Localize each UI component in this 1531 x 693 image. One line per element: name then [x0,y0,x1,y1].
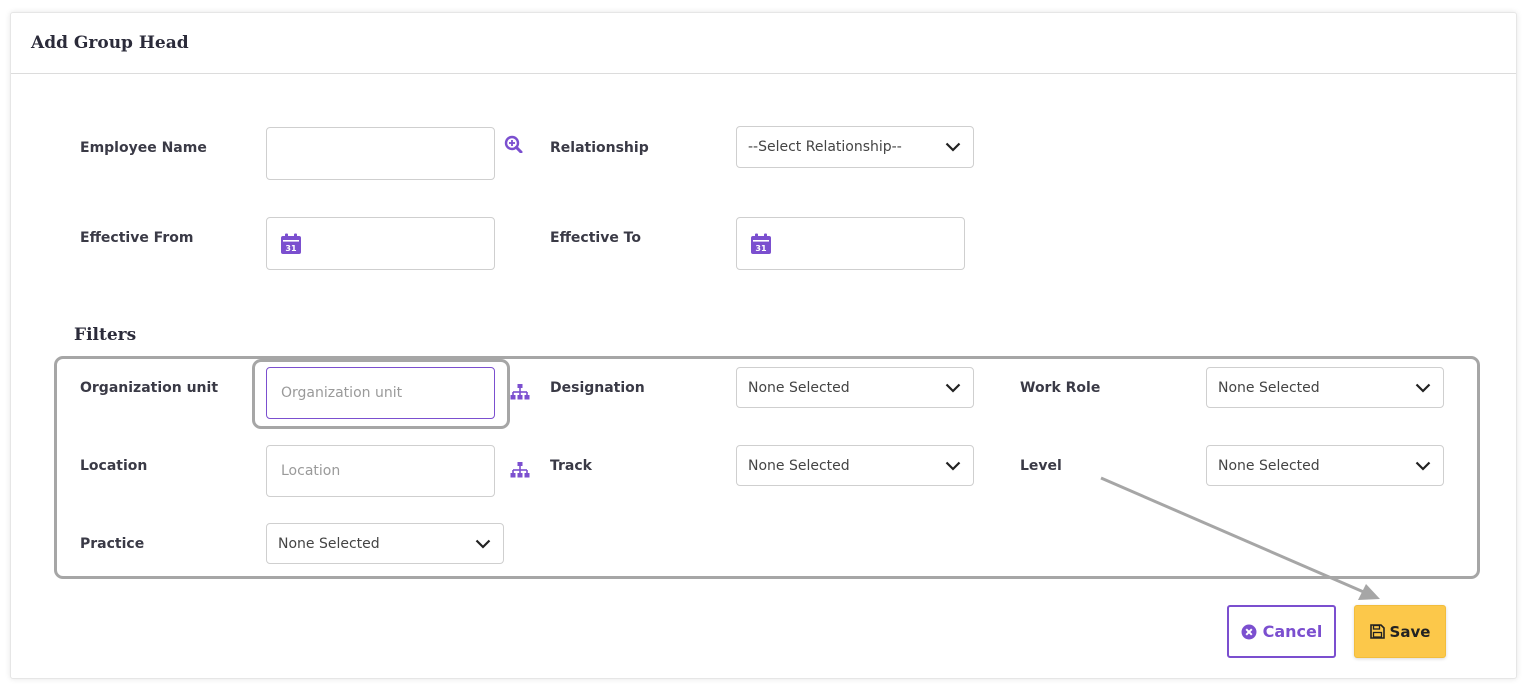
organization-unit-input[interactable] [266,367,495,419]
effective-from-label: Effective From [80,230,194,246]
practice-select[interactable]: None Selected [266,523,504,564]
floppy-disk-icon [1369,624,1385,639]
calendar-icon[interactable]: 31 [750,233,772,255]
track-selected-value: None Selected [748,457,850,474]
effective-from-input[interactable]: 31 [266,217,495,270]
effective-to-label: Effective To [550,230,641,246]
cancel-button[interactable]: Cancel [1227,605,1336,658]
effective-to-input[interactable]: 31 [736,217,965,270]
search-plus-icon[interactable] [504,135,524,153]
card-header: Add Group Head [11,13,1516,74]
designation-label: Designation [550,380,645,396]
cancel-button-label: Cancel [1262,622,1323,641]
chevron-down-icon [475,539,491,549]
relationship-selected-value: --Select Relationship-- [748,139,902,155]
svg-text:31: 31 [755,244,767,253]
employee-name-input[interactable] [266,127,495,180]
work-role-selected-value: None Selected [1218,379,1320,396]
designation-selected-value: None Selected [748,379,850,396]
chevron-down-icon [945,383,961,393]
calendar-icon[interactable]: 31 [280,233,302,255]
sitemap-icon[interactable] [510,383,530,401]
chevron-down-icon [1415,461,1431,471]
page-title: Add Group Head [31,33,189,53]
designation-select[interactable]: None Selected [736,367,974,408]
practice-label: Practice [80,536,145,552]
relationship-label: Relationship [550,140,649,156]
employee-name-label: Employee Name [80,140,207,156]
level-label: Level [1020,458,1062,474]
save-button-label: Save [1389,622,1431,641]
location-label: Location [80,458,148,474]
level-selected-value: None Selected [1218,457,1320,474]
times-circle-icon [1241,624,1257,639]
relationship-select[interactable]: --Select Relationship-- [736,126,974,168]
work-role-label: Work Role [1020,380,1101,396]
sitemap-icon[interactable] [510,461,530,479]
chevron-down-icon [945,461,961,471]
svg-text:31: 31 [285,244,297,253]
track-select[interactable]: None Selected [736,445,974,486]
level-select[interactable]: None Selected [1206,445,1444,486]
organization-unit-label: Organization unit [80,380,219,396]
filters-heading: Filters [74,325,137,345]
location-input[interactable] [266,445,495,497]
save-button[interactable]: Save [1354,605,1446,658]
work-role-select[interactable]: None Selected [1206,367,1444,408]
chevron-down-icon [1415,383,1431,393]
track-label: Track [550,458,592,474]
practice-selected-value: None Selected [278,535,380,552]
chevron-down-icon [945,142,961,152]
